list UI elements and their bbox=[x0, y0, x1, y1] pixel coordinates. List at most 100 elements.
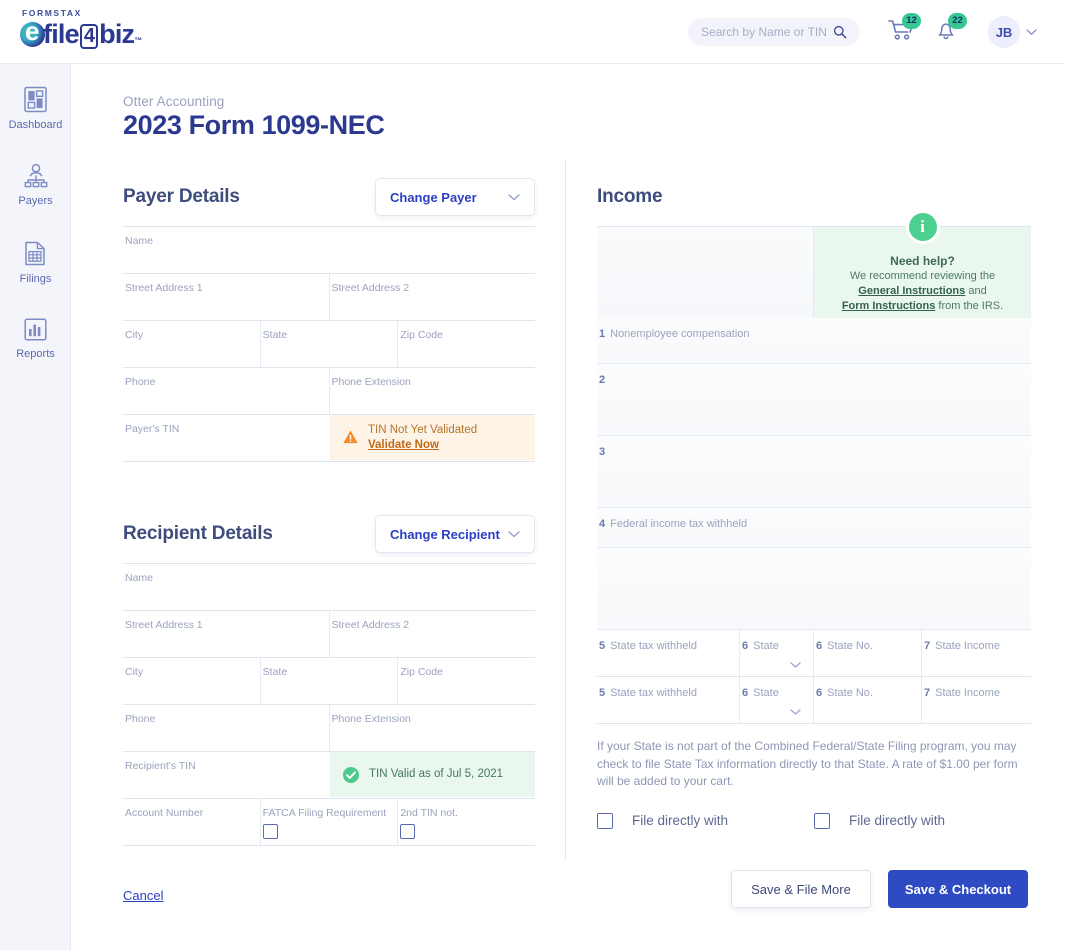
payer-street1-field[interactable]: Street Address 1 bbox=[123, 274, 330, 320]
user-menu[interactable]: JB bbox=[988, 16, 1037, 48]
sidebar-item-payers[interactable]: Payers bbox=[0, 163, 71, 221]
validate-now-link[interactable]: Validate Now bbox=[368, 439, 439, 451]
sidebar-item-filings[interactable]: Filings bbox=[0, 240, 71, 298]
sidebar-item-label: Filings bbox=[20, 273, 52, 285]
state-income-field-1[interactable]: 7State Income bbox=[922, 630, 1031, 676]
notification-badge: 22 bbox=[948, 13, 967, 29]
recipient-name-field[interactable]: Name bbox=[123, 564, 535, 610]
recipient-street1-field[interactable]: Street Address 1 bbox=[123, 611, 330, 657]
save-file-more-button[interactable]: Save & File More bbox=[731, 870, 871, 908]
recipient-zip-field[interactable]: Zip Code bbox=[398, 658, 535, 704]
state-tax-withheld-field-1[interactable]: 5 State tax withheld bbox=[597, 630, 740, 676]
sidebar-item-reports[interactable]: Reports bbox=[0, 317, 71, 375]
box-label: State tax withheld bbox=[610, 640, 697, 652]
recipient-fields-grid: Name Street Address 1 Street Address 2 C… bbox=[123, 563, 535, 846]
save-checkout-button[interactable]: Save & Checkout bbox=[888, 870, 1028, 908]
reports-icon bbox=[23, 317, 48, 342]
recipient-street2-field[interactable]: Street Address 2 bbox=[330, 611, 536, 657]
state-number-field-1[interactable]: 6State No. bbox=[814, 630, 922, 676]
form-instructions-link[interactable]: Form Instructions bbox=[842, 300, 936, 312]
recipient-tin-status-text: TIN Valid as of Jul 5, 2021 bbox=[369, 767, 503, 782]
payer-row-tin: Payer's TIN TIN Not Yet Validated Valida… bbox=[123, 415, 535, 462]
payer-zip-field[interactable]: Zip Code bbox=[398, 321, 535, 367]
payer-phone-field[interactable]: Phone bbox=[123, 368, 330, 414]
recipient-phone-field[interactable]: Phone bbox=[123, 705, 330, 751]
column-divider bbox=[565, 160, 566, 860]
recipient-section-header: Recipient Details Change Recipient bbox=[123, 505, 535, 563]
payer-phone-ext-field[interactable]: Phone Extension bbox=[330, 368, 536, 414]
state-income-field-2[interactable]: 7State Income bbox=[922, 677, 1031, 723]
field-label: State bbox=[263, 666, 398, 678]
chevron-down-icon bbox=[790, 709, 801, 715]
payer-name-field[interactable]: Name bbox=[123, 227, 535, 273]
help-title: Need help? bbox=[814, 253, 1031, 269]
recipient-account-number-field[interactable]: Account Number bbox=[123, 799, 261, 845]
box-label: Federal income tax withheld bbox=[610, 518, 747, 530]
recipient-row-street: Street Address 1 Street Address 2 bbox=[123, 611, 535, 658]
search-input[interactable]: Search by Name or TIN bbox=[688, 18, 860, 46]
box-label: State No. bbox=[827, 687, 873, 699]
field-label: Account Number bbox=[125, 807, 260, 819]
file-directly-label-2: File directly with bbox=[849, 813, 945, 828]
warning-icon bbox=[342, 429, 359, 446]
box-number: 5 bbox=[599, 687, 605, 699]
brand-logo[interactable]: FORMSTAX file4biz™ bbox=[20, 8, 200, 56]
payer-row-phone: Phone Phone Extension bbox=[123, 368, 535, 415]
state-tax-withheld-field-2[interactable]: 5State tax withheld bbox=[597, 677, 740, 723]
change-payer-button[interactable]: Change Payer bbox=[375, 178, 535, 216]
box-label: Nonemployee compensation bbox=[610, 328, 749, 340]
sidebar: Dashboard Payers Filings bbox=[0, 64, 71, 950]
state-row-1: 5 State tax withheld 6State 6State No. 7S… bbox=[597, 630, 1031, 677]
payer-fields-grid: Name Street Address 1 Street Address 2 C… bbox=[123, 226, 535, 462]
recipient-state-field[interactable]: State bbox=[261, 658, 399, 704]
state-select-2[interactable]: 6State bbox=[740, 677, 814, 723]
income-spacer-row bbox=[597, 548, 1031, 630]
general-instructions-link[interactable]: General Instructions bbox=[858, 285, 965, 297]
file-directly-checkbox-1[interactable] bbox=[597, 813, 613, 829]
income-box-1[interactable]: 1 Nonemployee compensation bbox=[597, 318, 1031, 364]
cart-button[interactable]: 12 bbox=[888, 18, 915, 47]
brand-wordmark: file4biz™ bbox=[20, 18, 200, 56]
sidebar-item-dashboard[interactable]: Dashboard bbox=[0, 86, 71, 144]
box-label: State Income bbox=[935, 687, 1000, 699]
field-label: Phone Extension bbox=[332, 376, 536, 388]
file-directly-option-2: File directly with bbox=[814, 813, 1031, 829]
second-tin-checkbox[interactable] bbox=[400, 824, 415, 839]
payer-street2-field[interactable]: Street Address 2 bbox=[330, 274, 536, 320]
recipient-phone-ext-field[interactable]: Phone Extension bbox=[330, 705, 536, 751]
notifications-button[interactable]: 22 bbox=[934, 18, 958, 47]
filings-icon bbox=[23, 240, 48, 267]
payer-tin-field[interactable]: Payer's TIN TIN Not Yet Validated Valida… bbox=[123, 415, 535, 461]
recipient-tin-field[interactable]: Recipient's TIN TIN Valid as of Jul 5, 2… bbox=[123, 752, 535, 798]
file-directly-checkbox-2[interactable] bbox=[814, 813, 830, 829]
help-and-text: and bbox=[965, 285, 986, 297]
sidebar-item-label: Reports bbox=[16, 348, 55, 360]
state-select-1[interactable]: 6State bbox=[740, 630, 814, 676]
income-box-3[interactable]: 3 bbox=[597, 436, 1031, 508]
payer-state-field[interactable]: State bbox=[261, 321, 399, 367]
check-circle-icon bbox=[342, 766, 360, 784]
state-row-2: 5State tax withheld 6State 6State No. 7S… bbox=[597, 677, 1031, 724]
cancel-link[interactable]: Cancel bbox=[123, 888, 163, 903]
field-label: FATCA Filing Requirement bbox=[263, 807, 398, 819]
recipient-city-field[interactable]: City bbox=[123, 658, 261, 704]
payer-city-field[interactable]: City bbox=[123, 321, 261, 367]
income-top-row: i Need help? We recommend reviewing the … bbox=[597, 226, 1031, 318]
recipient-fatca-field: FATCA Filing Requirement bbox=[261, 799, 399, 845]
app-root: FORMSTAX file4biz™ Search by Name or TIN… bbox=[0, 0, 1065, 950]
income-box-4[interactable]: 4 Federal income tax withheld bbox=[597, 508, 1031, 548]
sidebar-item-label: Dashboard bbox=[9, 119, 63, 131]
payer-section-title: Payer Details bbox=[123, 186, 240, 208]
payer-tin-status-text-wrap: TIN Not Yet Validated Validate Now bbox=[368, 423, 477, 453]
box-number: 5 bbox=[599, 640, 605, 652]
box-number: 6 bbox=[816, 640, 822, 652]
change-recipient-button[interactable]: Change Recipient bbox=[375, 515, 535, 553]
income-box-2[interactable]: 2 bbox=[597, 364, 1031, 436]
main-content: Otter Accounting 2023 Form 1099-NEC Paye… bbox=[71, 64, 1065, 950]
box-number: 1 bbox=[599, 328, 605, 340]
info-icon: i bbox=[906, 210, 940, 244]
state-number-field-2[interactable]: 6State No. bbox=[814, 677, 922, 723]
fatca-checkbox[interactable] bbox=[263, 824, 278, 839]
box-number: 4 bbox=[599, 518, 605, 530]
help-line-3: Form Instructions from the IRS. bbox=[814, 299, 1031, 314]
